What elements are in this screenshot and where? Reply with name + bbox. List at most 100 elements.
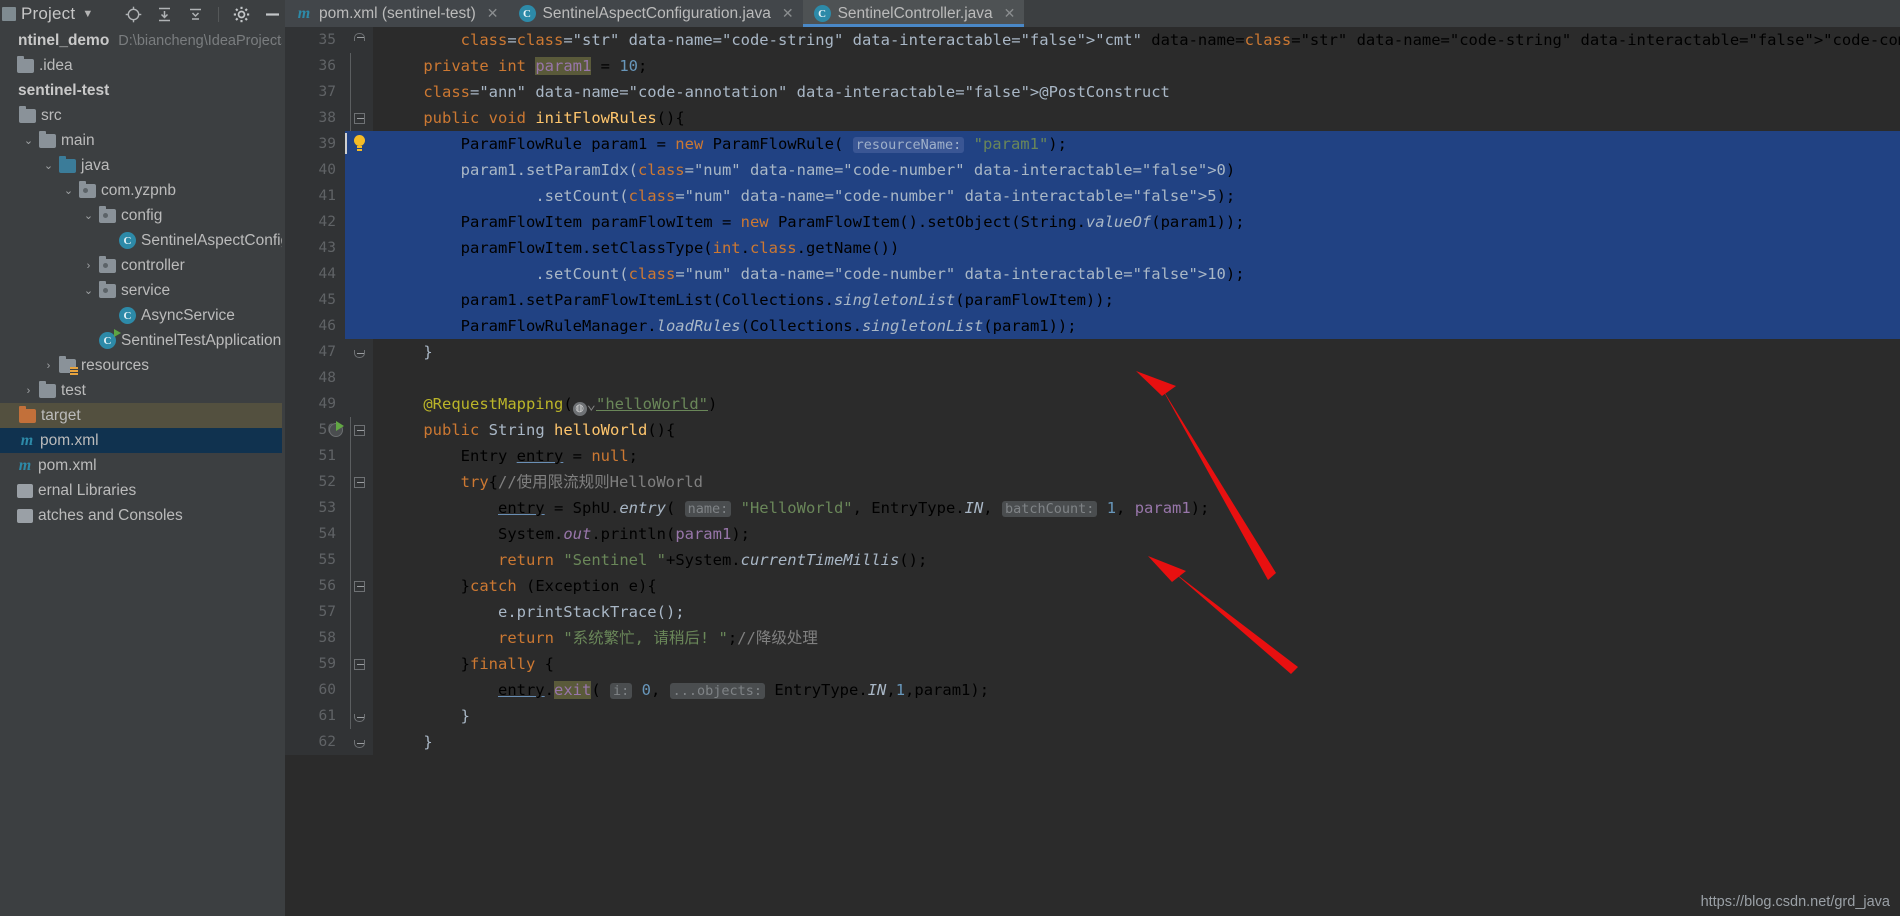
close-icon[interactable]: ✕: [1004, 5, 1016, 22]
code-text[interactable]: class=class="str" data-name="code-string…: [373, 27, 1900, 53]
collapse-all-icon[interactable]: [156, 6, 173, 23]
gutter-fold-area[interactable]: [345, 391, 373, 417]
tree-item-ntinel-demo[interactable]: ›ntinel_demoD:\biancheng\IdeaProjects\: [0, 28, 282, 53]
tree-item-service[interactable]: ⌄ service: [0, 278, 282, 303]
project-tree[interactable]: › ntinel_demo D:\biancheng\IdeaProjects\ ›.…: [0, 28, 282, 916]
gutter-fold-area[interactable]: [345, 209, 373, 235]
code-string-link[interactable]: "helloWorld": [596, 395, 708, 413]
code-line[interactable]: 58 return "系统繁忙, 请稍后! ";//降级处理: [285, 625, 1900, 651]
gutter-fold-area[interactable]: [345, 443, 373, 469]
code-line[interactable]: 49 @RequestMapping(◍ ⌄"helloWorld"): [285, 391, 1900, 417]
code-line[interactable]: 55 return "Sentinel "+System.currentTime…: [285, 547, 1900, 573]
code-line[interactable]: 59 }finally {: [285, 651, 1900, 677]
gutter-fold-area[interactable]: [345, 365, 373, 391]
tree-item-atches-and-consoles[interactable]: ›atches and Consoles: [0, 503, 282, 528]
close-icon[interactable]: ✕: [782, 5, 794, 22]
code-line[interactable]: 37 class="ann" data-name="code-annotatio…: [285, 79, 1900, 105]
code-text[interactable]: .setCount(class="num" data-name="code-nu…: [373, 261, 1900, 287]
chevron-down-icon[interactable]: ⌄: [82, 284, 95, 297]
code-line[interactable]: 39 ParamFlowRule param1 = new ParamFlowR…: [285, 131, 1900, 157]
code-text[interactable]: Entry entry = null;: [373, 443, 1900, 469]
fold-collapse-icon[interactable]: [354, 422, 365, 437]
code-text[interactable]: @RequestMapping(◍ ⌄"helloWorld"): [373, 391, 1900, 417]
code-line[interactable]: 36 private int param1 = 10;: [285, 53, 1900, 79]
gutter-fold-area[interactable]: [345, 677, 373, 703]
code-line[interactable]: 35 class=class="str" data-name="code-str…: [285, 27, 1900, 53]
web-endpoint-icon[interactable]: ◍: [572, 402, 587, 416]
editor-tab-bar[interactable]: m pom.xml (sentinel-test) ✕ C SentinelAspect…: [285, 0, 1900, 27]
editor-tab-sentinelaspectconfiguration[interactable]: C SentinelAspectConfiguration.java ✕: [507, 0, 803, 27]
chevron-right-icon[interactable]: ›: [22, 385, 35, 397]
code-line[interactable]: 54 System.out.println(param1);: [285, 521, 1900, 547]
chevron-right-icon[interactable]: ›: [82, 260, 95, 272]
code-line[interactable]: 41 .setCount(class="num" data-name="code…: [285, 183, 1900, 209]
gutter-fold-area[interactable]: [345, 53, 373, 79]
code-line[interactable]: 52 try{//使用限流规则HelloWorld: [285, 469, 1900, 495]
code-line[interactable]: 61 }: [285, 703, 1900, 729]
code-line[interactable]: 46 ParamFlowRuleManager.loadRules(Collec…: [285, 313, 1900, 339]
code-line[interactable]: 56 }catch (Exception e){: [285, 573, 1900, 599]
gear-icon[interactable]: [233, 6, 250, 23]
locate-icon[interactable]: [125, 6, 142, 23]
code-text[interactable]: .setCount(class="num" data-name="code-nu…: [373, 183, 1900, 209]
gutter-fold-area[interactable]: [345, 339, 373, 365]
gutter-fold-area[interactable]: [345, 599, 373, 625]
code-line[interactable]: 51 Entry entry = null;: [285, 443, 1900, 469]
code-line[interactable]: 57 e.printStackTrace();: [285, 599, 1900, 625]
code-line[interactable]: 62 }: [285, 729, 1900, 755]
code-line[interactable]: 40 param1.setParamIdx(class="num" data-n…: [285, 157, 1900, 183]
code-line[interactable]: 44 .setCount(class="num" data-name="code…: [285, 261, 1900, 287]
fold-collapse-icon[interactable]: [354, 110, 365, 125]
code-line[interactable]: 60 entry.exit( i: 0, ...objects: EntryTy…: [285, 677, 1900, 703]
tree-item-config[interactable]: ⌄ config: [0, 203, 282, 228]
minimize-icon[interactable]: [264, 6, 281, 23]
tree-item-sentinel-test[interactable]: ›sentinel-test: [0, 78, 282, 103]
editor-tab-sentinelcontroller[interactable]: C SentinelController.java ✕: [802, 0, 1025, 27]
tree-item-idea[interactable]: ›.idea: [0, 53, 282, 78]
expand-all-icon[interactable]: [187, 6, 204, 23]
code-text[interactable]: [373, 365, 1900, 391]
gutter-fold-area[interactable]: [345, 729, 373, 755]
chevron-right-icon[interactable]: ›: [42, 360, 55, 372]
code-text[interactable]: paramFlowItem.setClassType(int.class.get…: [373, 235, 1900, 261]
fold-collapse-icon[interactable]: [354, 474, 365, 489]
fold-end-icon[interactable]: [354, 708, 365, 723]
close-icon[interactable]: ✕: [487, 5, 499, 22]
editor-tab-pom[interactable]: m pom.xml (sentinel-test) ✕: [285, 0, 508, 27]
code-line[interactable]: 45 param1.setParamFlowItemList(Collectio…: [285, 287, 1900, 313]
code-text[interactable]: try{//使用限流规则HelloWorld: [373, 469, 1900, 495]
fold-end-icon[interactable]: [354, 344, 365, 359]
chevron-down-icon[interactable]: ⌄: [42, 159, 55, 172]
code-text[interactable]: entry.exit( i: 0, ...objects: EntryType.…: [373, 677, 1900, 703]
code-line[interactable]: 50 public String helloWorld(){: [285, 417, 1900, 443]
tree-item-java[interactable]: ⌄ java: [0, 153, 282, 178]
tree-item-controller[interactable]: › controller: [0, 253, 282, 278]
code-text[interactable]: }: [373, 339, 1900, 365]
code-text[interactable]: entry = SphU.entry( name: "HelloWorld", …: [373, 495, 1900, 521]
gutter-fold-area[interactable]: [345, 157, 373, 183]
gutter-fold-area[interactable]: [345, 521, 373, 547]
gutter-fold-area[interactable]: [345, 703, 373, 729]
code-text[interactable]: param1.setParamFlowItemList(Collections.…: [373, 287, 1900, 313]
gutter-fold-area[interactable]: [345, 547, 373, 573]
code-text[interactable]: }: [373, 729, 1900, 755]
tree-item-sentineltestapplication[interactable]: ›CSentinelTestApplication: [0, 328, 282, 353]
code-text[interactable]: System.out.println(param1);: [373, 521, 1900, 547]
chevron-down-icon[interactable]: ▼: [82, 8, 93, 20]
gutter-fold-area[interactable]: [345, 183, 373, 209]
code-text[interactable]: public String helloWorld(){: [373, 417, 1900, 443]
chevron-down-icon[interactable]: ⌄: [22, 134, 35, 147]
gutter-fold-area[interactable]: [345, 313, 373, 339]
fold-collapse-icon[interactable]: [354, 578, 365, 593]
code-text[interactable]: param1.setParamIdx(class="num" data-name…: [373, 157, 1900, 183]
gutter-fold-area[interactable]: [345, 105, 373, 131]
gutter-fold-area[interactable]: [345, 573, 373, 599]
gutter-fold-area[interactable]: [345, 27, 373, 53]
code-text[interactable]: class="ann" data-name="code-annotation" …: [373, 79, 1900, 105]
code-text[interactable]: return "Sentinel "+System.currentTimeMil…: [373, 547, 1900, 573]
code-text[interactable]: }finally {: [373, 651, 1900, 677]
chevron-down-icon[interactable]: ⌄: [82, 209, 95, 222]
code-editor[interactable]: 35 class=class="str" data-name="code-str…: [285, 27, 1900, 916]
tree-item-src[interactable]: ›src: [0, 103, 282, 128]
code-line[interactable]: 38 public void initFlowRules(){: [285, 105, 1900, 131]
